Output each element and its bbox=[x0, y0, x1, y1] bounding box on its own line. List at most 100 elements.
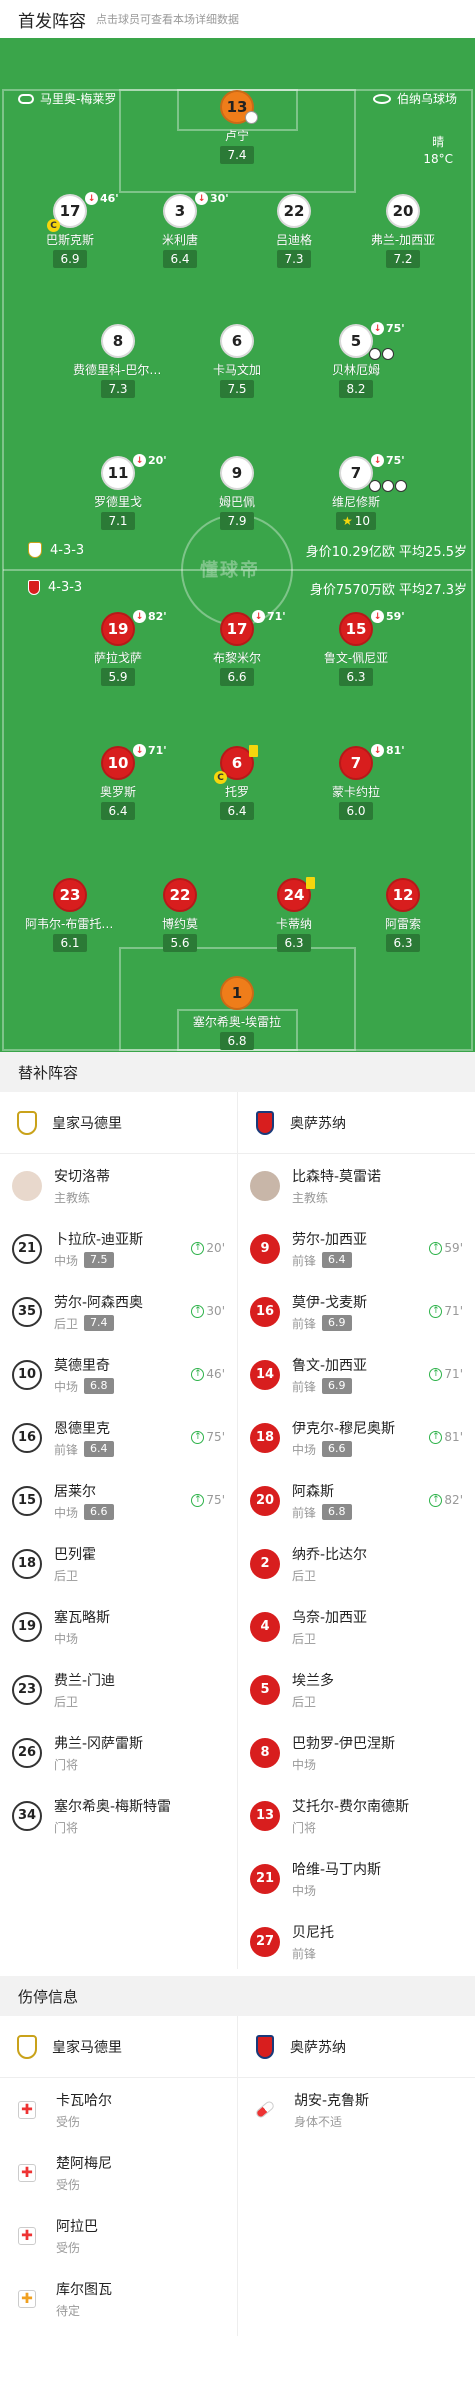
away-team-row[interactable]: 奥萨苏纳 bbox=[238, 1092, 475, 1154]
away-sub-row[interactable]: 14 鲁文-加西亚 前锋 6.9 ↑ 71' bbox=[238, 1343, 475, 1406]
player-name: 奥罗斯 bbox=[99, 785, 136, 799]
away-player-cm2[interactable]: 6C 托罗 6.4 bbox=[182, 745, 292, 820]
sub-in-icon: ↑ bbox=[429, 1304, 443, 1318]
away-player-cm1[interactable]: 10 ↓ 71' 奥罗斯 6.4 bbox=[63, 744, 173, 820]
sub-in-minute: ↑ 20' bbox=[191, 1241, 225, 1255]
away-sub-row[interactable]: 8 巴勃罗-伊巴涅斯 中场 bbox=[238, 1721, 475, 1784]
sub-in-minute: ↑ 75' bbox=[191, 1430, 225, 1444]
player-name: 萨拉戈萨 bbox=[93, 651, 142, 665]
away-sub-row[interactable]: 27 贝尼托 前锋 bbox=[238, 1910, 475, 1973]
sub-in-icon: ↑ bbox=[191, 1430, 205, 1444]
player-rating: 8.2 bbox=[339, 380, 373, 398]
home-player-gk[interactable]: 13 卢宁 7.4 bbox=[182, 90, 292, 164]
away-injuries-column: 奥萨苏纳 胡安-克鲁斯 身体不适 bbox=[238, 2016, 475, 2141]
away-sub-row[interactable]: 20 阿森斯 前锋 6.8 ↑ 82' bbox=[238, 1469, 475, 1532]
home-player-st[interactable]: 9 姆巴佩 7.9 bbox=[182, 456, 292, 530]
away-player-gk[interactable]: 1 塞尔希奥-埃雷拉 6.8 bbox=[182, 976, 292, 1050]
ball-icon bbox=[369, 348, 381, 360]
home-team-row[interactable]: 皇家马德里 bbox=[0, 1092, 237, 1154]
away-sub-row[interactable]: 2 纳乔-比达尔 后卫 bbox=[238, 1532, 475, 1595]
player-jersey: 7 ↓ 81' bbox=[339, 744, 405, 780]
weather-condition: 晴 bbox=[432, 135, 445, 149]
player-rating: 7.2 bbox=[386, 250, 420, 268]
home-sub-row[interactable]: 18 巴列霍 后卫 bbox=[0, 1532, 237, 1595]
injury-row[interactable]: 胡安-克鲁斯 身体不适 bbox=[238, 2078, 475, 2141]
ball-icon bbox=[382, 480, 394, 492]
home-sub-row[interactable]: 21 卜拉欣-迪亚斯 中场 7.5 ↑ 20' bbox=[0, 1217, 237, 1280]
home-sub-row[interactable]: 26 弗兰-冈萨雷斯 门将 bbox=[0, 1721, 237, 1784]
referee-name: 马里奥-梅莱罗 bbox=[40, 92, 117, 106]
home-player-rb[interactable]: 20 弗兰-加西亚 7.2 bbox=[348, 194, 458, 268]
player-jersey: 12 bbox=[386, 878, 420, 912]
home-sub-row[interactable]: 34 塞尔希奥-梅斯特雷 门将 bbox=[0, 1784, 237, 1847]
home-player-cm3[interactable]: 5 ↓ 75' 贝林厄姆 8.2 bbox=[301, 322, 411, 398]
player-name: 卡蒂纳 bbox=[275, 917, 312, 931]
sub-in-icon: ↑ bbox=[429, 1493, 443, 1507]
sub-out-icon: ↓ bbox=[371, 744, 384, 757]
away-player-lw[interactable]: 19 ↓ 82' 萨拉戈萨 5.9 bbox=[63, 610, 173, 686]
goal-icons bbox=[369, 348, 394, 360]
injury-row[interactable]: ✚ 卡瓦哈尔 受伤 bbox=[0, 2078, 237, 2141]
player-name: 米利唐 bbox=[161, 233, 198, 247]
rating-badge-icon bbox=[245, 111, 258, 124]
player-jersey: 13 bbox=[220, 90, 258, 124]
home-sub-row[interactable]: 23 费兰-门迪 后卫 bbox=[0, 1658, 237, 1721]
away-player-cb1[interactable]: 22 博约莫 5.6 bbox=[125, 878, 235, 952]
away-sub-row[interactable]: 13 艾托尔-费尔南德斯 门将 bbox=[238, 1784, 475, 1847]
player-name: 罗德里戈 bbox=[93, 495, 142, 509]
away-team-row[interactable]: 奥萨苏纳 bbox=[238, 2016, 475, 2078]
coach-avatar bbox=[250, 1170, 280, 1201]
home-player-cm2[interactable]: 6 卡马文加 7.5 bbox=[182, 324, 292, 398]
away-player-st[interactable]: 17 ↓ 71' 布黎米尔 6.6 bbox=[182, 610, 292, 686]
away-team-value: 身价7570万欧 平均27.3岁 bbox=[309, 583, 467, 598]
home-player-cb2[interactable]: 22 吕迪格 7.3 bbox=[239, 194, 349, 268]
player-name: 阿雷索 bbox=[384, 917, 421, 931]
away-sub-row[interactable]: 18 伊克尔-穆尼奥斯 中场 6.6 ↑ 81' bbox=[238, 1406, 475, 1469]
away-player-rb[interactable]: 12 阿雷索 6.3 bbox=[348, 878, 458, 952]
home-player-lb[interactable]: 17 C ↓ 46' 巴斯克斯 6.9 bbox=[15, 192, 125, 268]
away-sub-row[interactable]: 5 埃兰多 后卫 bbox=[238, 1658, 475, 1721]
player-jersey: 19 ↓ 82' bbox=[101, 610, 167, 646]
sub-in-minute: ↑ 46' bbox=[191, 1367, 225, 1381]
injury-row[interactable]: ✚ 楚阿梅尼 受伤 bbox=[0, 2141, 237, 2204]
away-sub-row[interactable]: 21 哈维-马丁内斯 中场 bbox=[238, 1847, 475, 1910]
home-coach-row[interactable]: 安切洛蒂 主教练 bbox=[0, 1154, 237, 1217]
away-sub-row[interactable]: 9 劳尔-加西亚 前锋 6.4 ↑ 59' bbox=[238, 1217, 475, 1280]
sub-out-marker: ↓ 30' bbox=[195, 192, 229, 205]
sub-out-icon: ↓ bbox=[371, 454, 384, 467]
home-team-row[interactable]: 皇家马德里 bbox=[0, 2016, 237, 2078]
sub-out-marker: ↓ 20' bbox=[133, 454, 167, 467]
away-player-cb2[interactable]: 24 卡蒂纳 6.3 bbox=[239, 877, 349, 952]
away-sub-row[interactable]: 4 乌奈-加西亚 后卫 bbox=[238, 1595, 475, 1658]
home-sub-row[interactable]: 16 恩德里克 前锋 6.4 ↑ 75' bbox=[0, 1406, 237, 1469]
player-name: 鲁文-佩尼亚 bbox=[323, 651, 389, 665]
player-rating: 7.9 bbox=[220, 512, 254, 530]
player-name: 巴斯克斯 bbox=[45, 233, 94, 247]
home-player-lw[interactable]: 11 ↓ 20' 罗德里戈 7.1 bbox=[63, 454, 173, 530]
player-name: 蒙卡约拉 bbox=[331, 785, 380, 799]
injury-row[interactable]: ✚ 库尔图瓦 待定 bbox=[0, 2267, 237, 2330]
home-formation: 4-3-3 bbox=[28, 542, 84, 558]
home-sub-row[interactable]: 35 劳尔-阿森西奥 后卫 7.4 ↑ 30' bbox=[0, 1280, 237, 1343]
away-sub-row[interactable]: 16 莫伊-戈麦斯 前锋 6.9 ↑ 71' bbox=[238, 1280, 475, 1343]
sub-in-icon: ↑ bbox=[191, 1304, 205, 1318]
away-player-lb[interactable]: 23 阿韦尔-布雷托内斯 6.1 bbox=[15, 878, 125, 952]
home-sub-row[interactable]: 10 莫德里奇 中场 6.8 ↑ 46' bbox=[0, 1343, 237, 1406]
player-rating: 7.3 bbox=[101, 380, 135, 398]
home-sub-row[interactable]: 19 塞瓦略斯 中场 bbox=[0, 1595, 237, 1658]
away-player-rw[interactable]: 15 ↓ 59' 鲁文-佩尼亚 6.3 bbox=[301, 610, 411, 686]
player-name: 卡马文加 bbox=[212, 363, 261, 377]
player-rating: ★ 10 bbox=[335, 512, 377, 530]
away-coach-row[interactable]: 比森特-莫雷诺 主教练 bbox=[238, 1154, 475, 1217]
away-player-cm3[interactable]: 7 ↓ 81' 蒙卡约拉 6.0 bbox=[301, 744, 411, 820]
injury-row[interactable]: ✚ 阿拉巴 受伤 bbox=[0, 2204, 237, 2267]
home-sub-row[interactable]: 15 居莱尔 中场 6.6 ↑ 75' bbox=[0, 1469, 237, 1532]
sub-out-icon: ↓ bbox=[195, 192, 208, 205]
away-subs-column: 奥萨苏纳 比森特-莫雷诺 主教练 9 劳尔-加西亚 前锋 6.4 ↑ 59' 16 莫伊-戈麦… bbox=[238, 1092, 475, 1973]
sub-in-icon: ↑ bbox=[429, 1367, 443, 1381]
whistle-icon bbox=[18, 93, 34, 104]
home-player-rw[interactable]: 7 ↓ 75' 维尼修斯 ★ 10 bbox=[301, 454, 411, 530]
home-player-cb1[interactable]: 3 ↓ 30' 米利唐 6.4 bbox=[125, 192, 235, 268]
home-player-cm1[interactable]: 8 费德里科-巴尔韦德 7.3 bbox=[63, 324, 173, 398]
stadium-info: 伯纳乌球场 bbox=[372, 90, 457, 107]
